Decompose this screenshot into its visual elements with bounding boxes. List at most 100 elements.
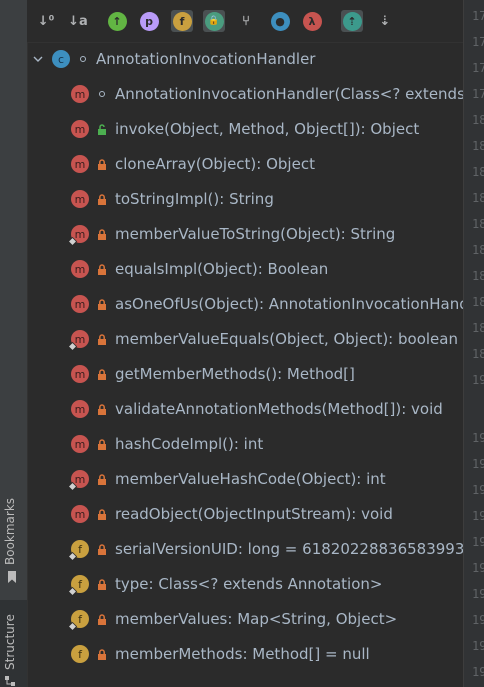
sort-alphabetically-button[interactable]: ↓a	[67, 10, 89, 32]
tree-method-item[interactable]: m getMemberMethods(): Method[]	[27, 357, 463, 391]
tree-method-item[interactable]: m invoke(Object, Method, Object[]): Objec…	[27, 112, 463, 146]
method-icon: m	[71, 120, 89, 138]
method-signature: hashCodeImpl(): int	[115, 435, 264, 453]
line-number: 18	[472, 139, 484, 153]
tree-method-item[interactable]: m memberValueHashCode(Object): int	[27, 462, 463, 496]
method-icon: m	[68, 225, 89, 246]
field-icon: f	[71, 645, 89, 663]
tree-field-item[interactable]: f memberMethods: Method[] = null	[27, 637, 463, 671]
line-number: 19	[472, 639, 484, 653]
tree-method-item[interactable]: m validateAnnotationMethods(Method[]): vo…	[27, 392, 463, 426]
structure-tab[interactable]: Structure	[0, 600, 27, 687]
bookmarks-tab-label: Bookmarks	[3, 497, 17, 565]
show-non-public-button[interactable]: 🔒	[203, 10, 225, 32]
tree-method-item[interactable]: m equalsImpl(Object): Boolean	[27, 252, 463, 286]
field-signature: memberValues: Map<String, Object>	[115, 610, 398, 628]
private-lock-icon	[98, 578, 106, 590]
class-icon: c	[52, 50, 70, 68]
line-number: 17	[472, 61, 484, 75]
tree-class-node[interactable]: c AnnotationInvocationHandler	[27, 42, 463, 76]
private-lock-icon	[98, 333, 106, 345]
method-icon: m	[68, 330, 89, 351]
private-lock-icon	[98, 298, 106, 310]
show-lambdas-button[interactable]: λ	[301, 10, 323, 32]
structure-toolbar: ↓⁰ ↓a ↑ p f 🔒 ⑂ ● λ ⇡ ⇣	[27, 0, 463, 43]
tree-field-item[interactable]: f type: Class<? extends Annotation>	[27, 567, 463, 601]
line-number: 18	[472, 191, 484, 205]
tree-method-item[interactable]: m toStringImpl(): String	[27, 182, 463, 216]
structure-icon	[5, 676, 15, 686]
chevron-down-icon[interactable]	[32, 53, 44, 65]
tree-method-item[interactable]: m cloneArray(Object): Object	[27, 147, 463, 181]
tree-method-item[interactable]: m hashCodeImpl(): int	[27, 427, 463, 461]
field-icon: f	[68, 610, 89, 631]
private-lock-icon	[98, 368, 106, 380]
bookmarks-tab[interactable]: Bookmarks	[0, 495, 27, 590]
show-properties-icon: p	[139, 11, 159, 31]
method-signature: AnnotationInvocationHandler(Class<? exte…	[115, 85, 463, 103]
static-overlay-icon	[68, 482, 77, 491]
collapse-all-icon: ⇣	[379, 13, 391, 29]
class-name-label: AnnotationInvocationHandler	[96, 50, 316, 68]
tree-field-item[interactable]: f serialVersionUID: long = 61820228836583…	[27, 532, 463, 566]
private-lock-icon	[98, 228, 106, 240]
line-number: 19	[472, 431, 484, 445]
method-signature: toStringImpl(): String	[115, 190, 274, 208]
private-lock-icon	[98, 613, 106, 625]
line-number: 17	[472, 87, 484, 101]
private-lock-icon	[98, 263, 106, 275]
private-lock-icon	[98, 473, 106, 485]
static-overlay-icon	[68, 342, 77, 351]
line-number: 19	[472, 373, 484, 387]
editor-gutter: 17 17 17 17 18 18 18 18 18 18 18 18 18 18 19 19 19 19 19 19…	[463, 0, 484, 687]
method-signature: memberValueToString(Object): String	[115, 225, 396, 243]
static-overlay-icon	[68, 237, 77, 246]
method-icon: m	[71, 155, 89, 173]
tree-field-item[interactable]: f memberValues: Map<String, Object>	[27, 602, 463, 636]
method-signature: invoke(Object, Method, Object[]): Object	[115, 120, 420, 138]
line-number: 18	[472, 243, 484, 257]
show-anonymous-button[interactable]: ●	[269, 10, 291, 32]
private-lock-icon	[98, 158, 106, 170]
tree-method-item[interactable]: m asOneOfUs(Object): AnnotationInvocation…	[27, 287, 463, 321]
tree-method-item[interactable]: m memberValueEquals(Object, Object): bool…	[27, 322, 463, 356]
show-hierarchy-button[interactable]: ⑂	[235, 10, 257, 32]
sort-by-visibility-button[interactable]: ↓⁰	[35, 10, 57, 32]
public-visibility-icon	[98, 123, 106, 135]
method-icon: m	[71, 505, 89, 523]
private-lock-icon	[98, 543, 106, 555]
line-number: 19	[472, 483, 484, 497]
line-number: 19	[472, 587, 484, 601]
tree-method-item[interactable]: m AnnotationInvocationHandler(Class<? ext…	[27, 77, 463, 111]
show-fields-icon: f	[172, 11, 192, 31]
method-icon: m	[68, 470, 89, 491]
tree-method-item[interactable]: m memberValueToString(Object): String	[27, 217, 463, 251]
field-signature: serialVersionUID: long = 618202288365839…	[115, 540, 463, 558]
sort-by-visibility-icon: ↓⁰	[37, 13, 55, 29]
method-signature: asOneOfUs(Object): AnnotationInvocationH…	[115, 295, 463, 313]
show-inherited-button[interactable]: ↑	[106, 10, 128, 32]
private-lock-icon	[98, 648, 106, 660]
private-lock-icon	[98, 403, 106, 415]
method-icon: m	[71, 400, 89, 418]
package-visibility-icon	[99, 91, 105, 97]
line-number: 18	[472, 217, 484, 231]
private-lock-icon	[98, 438, 106, 450]
show-fields-button[interactable]: f	[171, 10, 193, 32]
collapse-all-button[interactable]: ⇣	[374, 10, 396, 32]
line-number: 18	[472, 113, 484, 127]
private-lock-icon	[98, 193, 106, 205]
field-icon: f	[68, 575, 89, 596]
expand-all-button[interactable]: ⇡	[341, 10, 363, 32]
static-overlay-icon	[68, 622, 77, 631]
show-lambdas-icon: λ	[302, 11, 322, 31]
tree-method-item[interactable]: m readObject(ObjectInputStream): void	[27, 497, 463, 531]
method-signature: getMemberMethods(): Method[]	[115, 365, 355, 383]
expand-all-icon: ⇡	[342, 11, 362, 31]
method-icon: m	[71, 260, 89, 278]
method-icon: m	[71, 190, 89, 208]
bookmark-icon	[8, 571, 16, 583]
field-signature: memberMethods: Method[] = null	[115, 645, 370, 663]
method-signature: memberValueEquals(Object, Object): boole…	[115, 330, 458, 348]
show-properties-button[interactable]: p	[138, 10, 160, 32]
